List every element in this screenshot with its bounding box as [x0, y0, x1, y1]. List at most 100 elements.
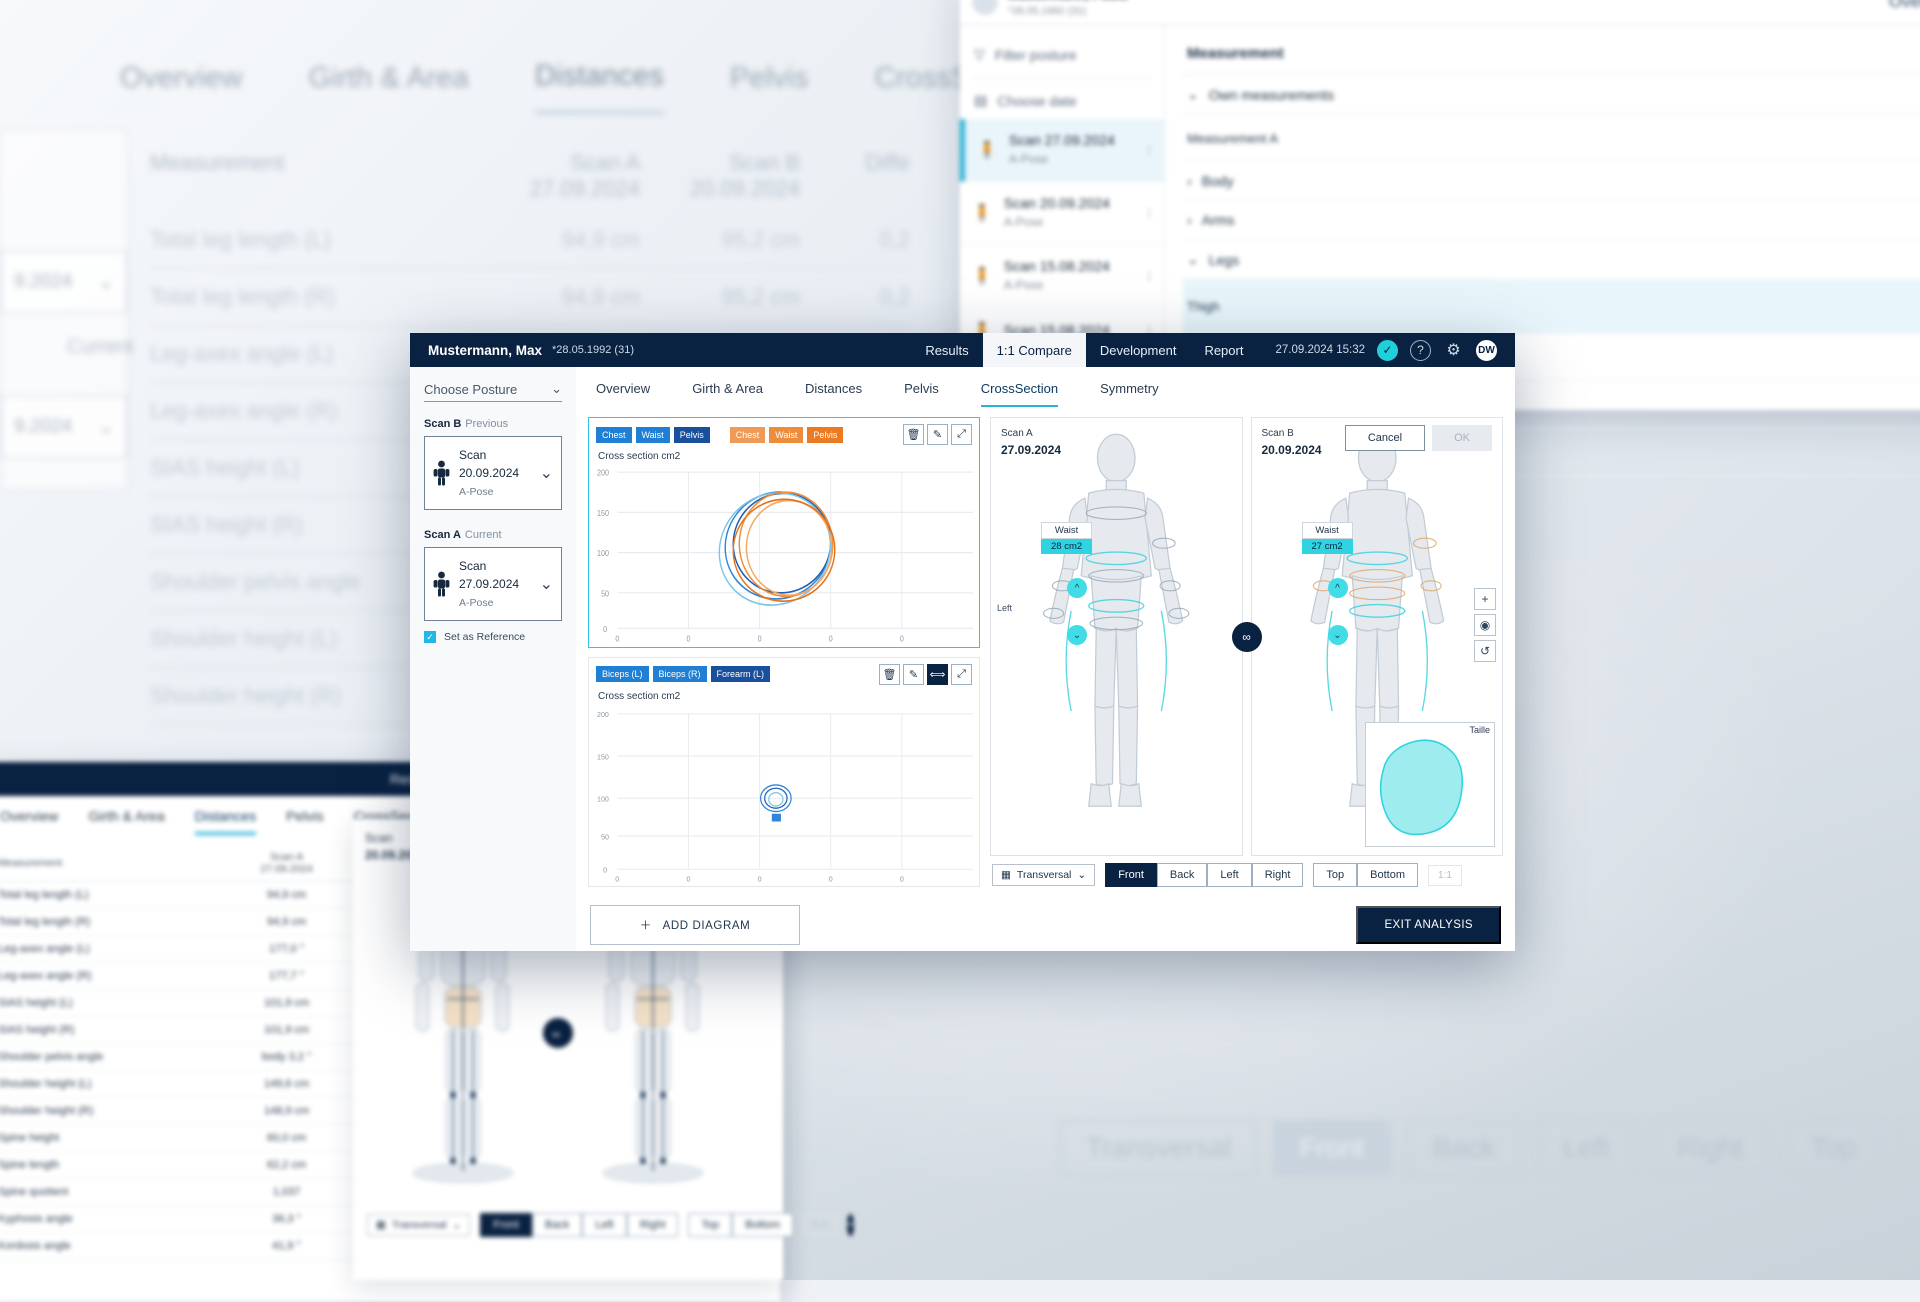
- bg-row: Total leg length (L) 94,9 cm 95,2 cm 0,2: [150, 212, 910, 269]
- scan-list-item[interactable]: 🧍 Scan 27.09.2024 A-Pose ⁞: [960, 119, 1164, 182]
- chip-chest-a[interactable]: Chest: [596, 426, 632, 443]
- section-legs[interactable]: ⌄ Legs: [1183, 240, 1920, 281]
- scan-list-item[interactable]: 🧍 Scan 15.08.2024 A-Pose ⁞: [960, 245, 1164, 308]
- bg-view-top: Top: [1784, 1120, 1883, 1176]
- modal-nav-report[interactable]: Report: [1190, 333, 1257, 367]
- bgc-transversal-dd[interactable]: ▦ Transversal ⌄: [367, 1213, 471, 1236]
- exit-analysis-button[interactable]: EXIT ANALYSIS: [1356, 906, 1501, 945]
- chevron-down-icon[interactable]: ⌄: [540, 574, 553, 594]
- scan-list-item[interactable]: 🧍 Scan 20.09.2024 A-Pose ⁞: [960, 182, 1164, 245]
- modal-nav-compare[interactable]: 1:1 Compare: [982, 333, 1086, 367]
- chip-pelvis-a[interactable]: Pelvis: [673, 426, 710, 443]
- view-front[interactable]: Front: [1105, 863, 1157, 888]
- tab-crosssection[interactable]: CrossSection: [980, 381, 1059, 407]
- waist-tag-b: Waist 27 cm2: [1301, 522, 1353, 554]
- dtab-girth[interactable]: Girth & Area: [88, 808, 164, 835]
- ratio-label: 1:1: [1428, 864, 1462, 886]
- th-measurement: Measurement: [1187, 44, 1284, 62]
- bgc-view-right[interactable]: Right: [626, 1212, 679, 1237]
- chip-biceps-r[interactable]: Biceps (R): [652, 666, 707, 683]
- trash-icon[interactable]: 🗑: [879, 663, 900, 685]
- modal-view-controls: ▦ Transversal ⌄ Front Back Left Right To…: [990, 856, 1503, 888]
- zoom-in-button[interactable]: +: [1474, 588, 1496, 610]
- scan-b-selector[interactable]: Scan 20.09.2024 A-Pose ⌄: [424, 436, 562, 510]
- add-diagram-button[interactable]: ＋ ADD DIAGRAM: [590, 905, 800, 946]
- tab-girth-area[interactable]: Girth & Area: [692, 381, 763, 407]
- scan-pose: A-Pose: [1008, 152, 1049, 166]
- chip-chest-b[interactable]: Chest: [729, 426, 766, 443]
- mirror-icon[interactable]: ⟺: [927, 663, 948, 685]
- trash-icon[interactable]: 🗑: [903, 424, 924, 445]
- choose-posture-select[interactable]: Choose Posture ⌄: [424, 381, 562, 402]
- avatar[interactable]: DW: [1476, 339, 1497, 361]
- section-body[interactable]: › Body: [1183, 162, 1920, 202]
- bgc-view-back[interactable]: Back: [531, 1212, 583, 1237]
- tab-pelvis[interactable]: Pelvis: [904, 381, 939, 407]
- girth-tab-overview[interactable]: Overview: [1889, 0, 1920, 12]
- avatar-card-a[interactable]: Scan A 27.09.2024 Waist 28 cm2 ^ ⌄ Left: [990, 417, 1243, 857]
- view-segment-1: Front Back Left Right: [1105, 863, 1304, 888]
- choose-date-field[interactable]: ▤ Choose date: [960, 82, 1164, 119]
- reset-button[interactable]: ↺: [1474, 640, 1496, 662]
- cell-name: Leg-axex angle (L): [0, 935, 185, 963]
- section-arms[interactable]: › Arms: [1183, 201, 1920, 241]
- scan-pose: A-Pose: [1003, 278, 1044, 292]
- chevron-down-icon[interactable]: ⌄: [1067, 625, 1087, 645]
- set-as-reference-checkbox[interactable]: ✓: [424, 631, 436, 643]
- bgc-view-bottom[interactable]: Bottom: [732, 1212, 794, 1237]
- modal-nav-results[interactable]: Results: [911, 333, 982, 367]
- chip-waist-b[interactable]: Waist: [769, 426, 804, 443]
- bgc-view-left[interactable]: Left: [582, 1212, 627, 1237]
- chevron-down-icon[interactable]: ⌄: [1327, 625, 1348, 645]
- pencil-icon[interactable]: ✎: [903, 663, 924, 685]
- dtab-distances[interactable]: Distances: [194, 808, 257, 835]
- svg-text:∞: ∞: [552, 1029, 560, 1041]
- more-icon[interactable]: ⁞: [1147, 143, 1152, 158]
- filter-posture-field[interactable]: ▽ Filter posture: [960, 36, 1164, 73]
- dtab-pelvis[interactable]: Pelvis: [286, 808, 323, 835]
- svg-text:0: 0: [829, 634, 833, 643]
- chip-waist-a[interactable]: Waist: [635, 426, 670, 443]
- tab-symmetry[interactable]: Symmetry: [1100, 381, 1159, 407]
- pencil-icon[interactable]: ✎: [927, 424, 948, 445]
- more-icon[interactable]: ⁞: [1147, 206, 1152, 221]
- view-bottom[interactable]: Bottom: [1357, 863, 1419, 888]
- bgc-link-icon[interactable]: ∞: [846, 1213, 855, 1236]
- view-left[interactable]: Left: [1207, 863, 1252, 888]
- more-icon[interactable]: ⁞: [1147, 269, 1152, 284]
- modal-nav-development[interactable]: Development: [1086, 333, 1191, 367]
- view-right[interactable]: Right: [1251, 863, 1304, 888]
- view-top[interactable]: Top: [1313, 863, 1358, 888]
- bgc-view-front[interactable]: Front: [480, 1212, 532, 1237]
- expand-icon[interactable]: ⤢: [951, 424, 972, 445]
- view-back[interactable]: Back: [1156, 863, 1208, 888]
- chip-forearm-l[interactable]: Forearm (L): [710, 666, 771, 683]
- section-own-measurements[interactable]: ⌄ Own measurements: [1183, 75, 1920, 115]
- chevron-down-icon[interactable]: ⌄: [540, 463, 553, 483]
- row-name: Measurement A: [1187, 130, 1279, 146]
- link-scans-button[interactable]: ∞: [1231, 621, 1262, 652]
- chevron-up-icon[interactable]: ^: [1327, 578, 1348, 598]
- tab-overview[interactable]: Overview: [596, 381, 650, 407]
- help-icon[interactable]: ?: [1410, 339, 1431, 361]
- compare-modal: Mustermann, Max *28.05.1992 (31) Results…: [410, 333, 1515, 951]
- expand-icon[interactable]: ⤢: [951, 663, 972, 685]
- chip-pelvis-b[interactable]: Pelvis: [807, 426, 844, 443]
- recenter-button[interactable]: ◉: [1474, 614, 1496, 636]
- bgc-view-top[interactable]: Top: [688, 1212, 733, 1237]
- set-as-reference-row[interactable]: ✓ Set as Reference: [424, 631, 562, 643]
- svg-text:100: 100: [597, 794, 609, 803]
- dtab-overview[interactable]: Overview: [0, 808, 58, 835]
- chevron-up-icon[interactable]: ^: [1067, 578, 1087, 598]
- tab-distances[interactable]: Distances: [805, 381, 862, 407]
- scan-a-selector[interactable]: Scan 27.09.2024 A-Pose ⌄: [424, 547, 562, 621]
- gear-icon[interactable]: ⚙: [1443, 340, 1464, 361]
- ok-button[interactable]: OK: [1432, 425, 1492, 451]
- check-icon[interactable]: ✓: [1377, 339, 1398, 361]
- cancel-button[interactable]: Cancel: [1344, 425, 1426, 451]
- avatar-card-b[interactable]: Scan B 20.09.2024 Cancel OK Waist 27 cm2…: [1250, 417, 1503, 857]
- chip-biceps-l[interactable]: Biceps (L): [596, 666, 649, 683]
- bg-tab-distances: Distances: [535, 60, 664, 96]
- scan-b-pose: A-Pose: [459, 486, 494, 498]
- transversal-dropdown[interactable]: ▦ Transversal ⌄: [992, 864, 1096, 887]
